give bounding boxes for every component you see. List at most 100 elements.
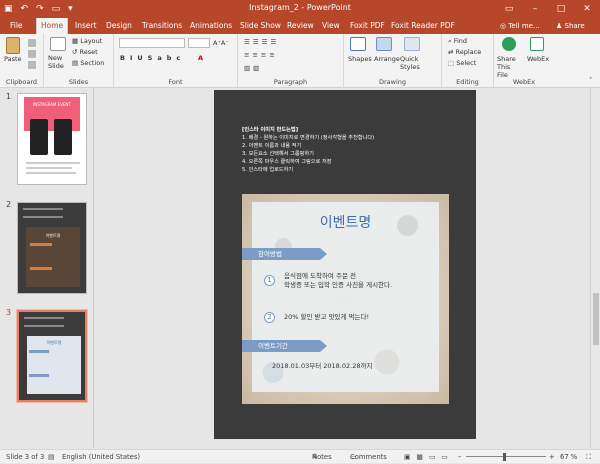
tab-foxit-reader-pdf[interactable]: Foxit Reader PDF (387, 18, 459, 34)
webex-group: Share This File WebEx WebEx (494, 34, 554, 88)
collapse-ribbon-icon[interactable]: ˄ (589, 76, 592, 85)
zoom-out-button[interactable]: – (458, 450, 461, 464)
how-to-label: 참여방법 (242, 248, 327, 260)
fit-slide-icon[interactable]: ⛶ (586, 450, 591, 464)
zoom-level[interactable]: 67 % (560, 450, 577, 464)
thumb-photo: 이벤트명 (27, 336, 81, 394)
paragraph-group-label: Paragraph (273, 78, 308, 86)
tab-transitions[interactable]: Transitions (138, 18, 186, 34)
find-label: Find (453, 37, 468, 45)
scrollbar-thumb[interactable] (593, 293, 599, 345)
window-controls: ▭ – □ ✕ (496, 0, 600, 18)
maximize-button[interactable]: □ (548, 0, 574, 18)
content-overlay: 이벤트명 참여방법 1 음식점에 도착하여 주문 전 학생증 또는 입학 인증 … (242, 202, 439, 392)
bold-italic-underline[interactable]: BIUSabc (120, 54, 185, 63)
share-this-file-button[interactable]: Share This File (497, 55, 523, 79)
instruction-item: 1. 배경 - 원하는 이미지로 변경하기 (정사각형을 추천합니다) (242, 135, 375, 141)
thumb-label (30, 243, 52, 246)
zoom-in-button[interactable]: + (549, 450, 555, 464)
event-title: 이벤트명 (319, 215, 372, 231)
thumb-title: INSTAGRAM EVENT (33, 102, 71, 107)
paste-button[interactable]: Paste (4, 55, 22, 64)
slide-indicator: Slide 3 of 3 (6, 453, 45, 461)
thumb-phone (30, 119, 48, 155)
reset-label: Reset (79, 48, 98, 56)
view-buttons[interactable]: ▣▦▭▭ (404, 450, 454, 464)
replace-label: Replace (455, 48, 482, 56)
vertical-scrollbar[interactable] (590, 88, 600, 448)
slide-thumbnail-1[interactable]: INSTAGRAM EVENT (17, 93, 87, 185)
tab-animations[interactable]: Animations (186, 18, 236, 34)
spelling-icon[interactable]: ▤ (48, 450, 54, 464)
webex-icon[interactable] (530, 37, 544, 51)
columns-icon[interactable]: ▥▥ (244, 64, 262, 73)
new-slide-icon[interactable] (50, 37, 66, 51)
tell-me-text: Tell me... (508, 22, 540, 30)
zoom-slider-thumb[interactable] (503, 453, 506, 461)
slides-group: New Slide ▦ Layout ↺ Reset ▤ Section Sli… (44, 34, 114, 88)
copy-icon[interactable] (28, 50, 36, 58)
step-1-line-1: 음식점에 도착하여 주문 전 (284, 272, 356, 280)
tab-slide-show[interactable]: Slide Show (236, 18, 285, 34)
find-button[interactable]: ⌕ Find (448, 37, 467, 46)
cut-icon[interactable] (28, 39, 36, 47)
instruction-item: 2. 이벤트 이름과 내용 적기 (242, 143, 302, 149)
close-button[interactable]: ✕ (574, 0, 600, 18)
slide-canvas[interactable]: [인스타 이미지 만드는법] 1. 배경 - 원하는 이미지로 변경하기 (정사… (214, 90, 476, 439)
quick-styles-icon[interactable] (404, 37, 420, 51)
thumb-event-title: 이벤트명 (45, 233, 61, 238)
arrange-button[interactable]: Arrange (374, 55, 400, 64)
thumb-text-lines (24, 317, 64, 327)
font-name-combo[interactable] (119, 38, 185, 48)
font-color-icon[interactable]: A (198, 54, 203, 63)
quick-styles-button[interactable]: Quick Styles (400, 55, 428, 71)
comments-label: Comments (350, 453, 387, 461)
tab-design[interactable]: Design (102, 18, 136, 34)
zoom-slider[interactable] (466, 456, 546, 457)
step-1-line-2: 학생증 또는 입학 인증 사진을 게시한다. (284, 281, 393, 289)
tab-view[interactable]: View (318, 18, 344, 34)
ribbon-display-options-icon[interactable]: ▭ (496, 0, 522, 18)
minimize-button[interactable]: – (522, 0, 548, 18)
shapes-button[interactable]: Shapes (348, 55, 372, 64)
layout-button[interactable]: ▦ Layout (72, 37, 102, 46)
event-period-label: 이벤트기간 (242, 340, 327, 352)
select-icon: ⬚ (448, 59, 457, 67)
tab-foxit-pdf[interactable]: Foxit PDF (346, 18, 389, 34)
instructions-textbox[interactable]: [인스타 이미지 만드는법] 1. 배경 - 원하는 이미지로 변경하기 (정사… (242, 126, 462, 174)
bullets-icon[interactable]: ☰☰☰☰ (244, 38, 279, 47)
slide-thumbnail-2[interactable]: 이벤트명 (17, 202, 87, 294)
select-button[interactable]: ⬚ Select (448, 59, 476, 68)
arrange-icon[interactable] (376, 37, 392, 51)
title-bar: ▣ ↶ ↷ ▭ ▾ Instagram_2 - PowerPoint ▭ – □… (0, 0, 600, 18)
background-photo[interactable]: 이벤트명 참여방법 1 음식점에 도착하여 주문 전 학생증 또는 입학 인증 … (242, 194, 449, 404)
replace-button[interactable]: ⇄ Replace (448, 48, 481, 57)
tab-home[interactable]: Home (36, 18, 69, 34)
webex-button[interactable]: WebEx (527, 55, 549, 64)
format-painter-icon[interactable] (28, 61, 36, 69)
tell-me-box[interactable]: ◎ Tell me... (500, 18, 540, 34)
tab-insert[interactable]: Insert (71, 18, 101, 34)
thumb-text-line (26, 167, 72, 169)
align-icons[interactable]: ≡≡≡≡ (244, 51, 278, 60)
thumb-label (30, 267, 52, 270)
new-slide-button[interactable]: New Slide (48, 54, 64, 70)
section-button[interactable]: ▤ Section (72, 59, 104, 68)
paste-icon[interactable] (6, 37, 20, 54)
thumb-text-line (26, 162, 80, 164)
person-icon: ♟ (556, 22, 565, 30)
share-label: Share (564, 22, 585, 30)
slide-thumbnail-3[interactable]: 이벤트명 (16, 309, 88, 403)
status-bar: Slide 3 of 3 ▤ English (United States) ≙… (0, 449, 600, 463)
tab-review[interactable]: Review (283, 18, 318, 34)
reset-button[interactable]: ↺ Reset (72, 48, 98, 57)
grow-font-icon[interactable]: A⁺A⁻ (213, 39, 229, 48)
clipboard-group: Paste Clipboard (0, 34, 44, 88)
language-indicator[interactable]: English (United States) (62, 450, 140, 464)
thumb-label (29, 350, 49, 353)
tab-file[interactable]: File (6, 18, 27, 34)
webex-share-icon[interactable] (502, 37, 516, 51)
shapes-icon[interactable] (350, 37, 366, 51)
font-size-combo[interactable] (188, 38, 210, 48)
share-button[interactable]: ♟ Share (556, 20, 585, 32)
